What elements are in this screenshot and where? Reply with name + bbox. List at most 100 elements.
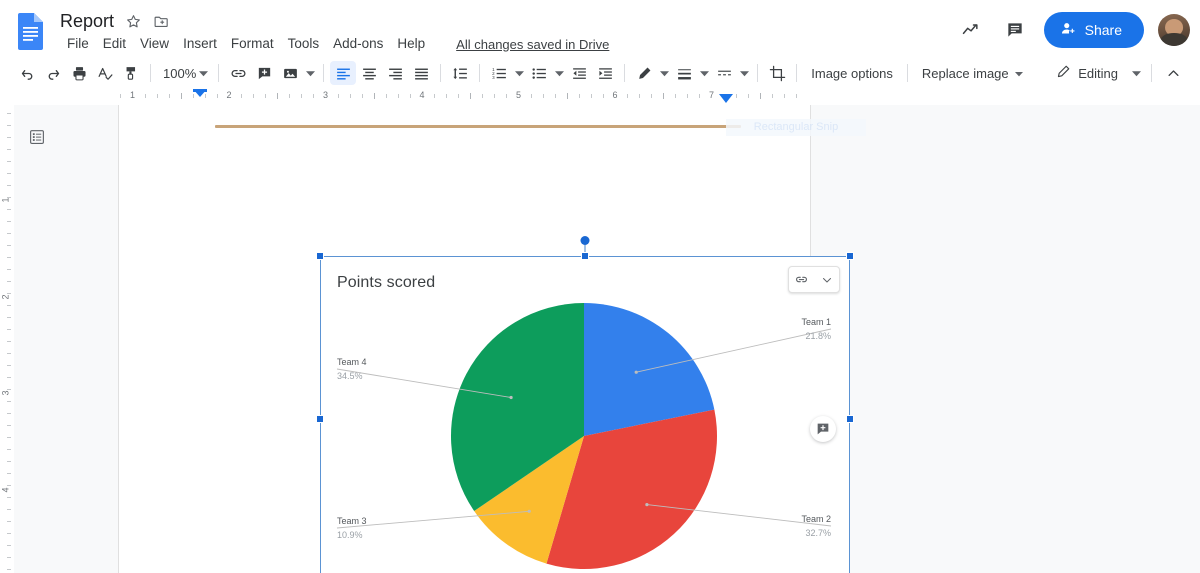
chevron-down-icon[interactable] — [303, 61, 317, 85]
menu-file[interactable]: File — [60, 35, 96, 53]
chevron-down-icon[interactable] — [657, 61, 671, 85]
toolbar-divider — [150, 64, 151, 82]
title-row: Report — [60, 8, 170, 34]
chevron-down-icon[interactable] — [552, 61, 566, 85]
horizontal-rule — [215, 125, 741, 128]
link-icon[interactable] — [794, 272, 810, 288]
page-title[interactable]: Report — [60, 10, 114, 32]
align-center-icon[interactable] — [356, 61, 382, 85]
replace-image-label: Replace image — [921, 65, 1009, 81]
add-comment-bubble-icon[interactable] — [810, 416, 836, 442]
menu-help[interactable]: Help — [390, 35, 432, 53]
insert-link-icon[interactable] — [225, 61, 251, 85]
star-outline-icon[interactable] — [124, 12, 142, 30]
chevron-down-icon[interactable] — [819, 272, 835, 288]
editing-mode-label: Editing — [1078, 65, 1118, 81]
crop-image-icon[interactable] — [764, 61, 790, 85]
resize-handle-middle-left[interactable] — [316, 415, 324, 423]
spell-check-icon[interactable] — [92, 61, 118, 85]
selected-image-frame[interactable]: Points scored Team 1 21.8% Team 2 32.7% Team… — [316, 236, 854, 573]
toolbar-divider — [218, 64, 220, 82]
pie-label-value-2: 32.7% — [805, 528, 831, 538]
resize-handle-top-right[interactable] — [846, 252, 854, 260]
toolbar-divider — [1151, 64, 1152, 82]
document-outline-icon[interactable] — [23, 123, 51, 151]
app-header: Report File Edit View Insert Format Tool… — [0, 0, 1200, 58]
pie-label-name-3: Team 3 — [337, 516, 367, 526]
border-color-pen-icon[interactable] — [631, 61, 657, 85]
comment-history-icon[interactable] — [1000, 15, 1030, 45]
share-button[interactable]: Share — [1043, 12, 1144, 48]
toolbar-divider — [479, 64, 481, 82]
chevron-down-icon[interactable] — [697, 61, 711, 85]
document-canvas: Rectangular Snip Points scored Team 1 21.… — [14, 105, 1200, 573]
rotation-handle[interactable] — [580, 236, 590, 245]
menu-format[interactable]: Format — [224, 35, 281, 53]
menu-add-ons[interactable]: Add-ons — [326, 35, 390, 53]
horizontal-ruler[interactable]: 1234567 — [0, 88, 1200, 106]
add-comment-icon[interactable] — [251, 61, 277, 85]
undo-icon[interactable] — [14, 61, 40, 85]
image-link-chip[interactable] — [788, 266, 840, 293]
redo-icon[interactable] — [40, 61, 66, 85]
right-indent-marker[interactable] — [719, 94, 733, 103]
decrease-indent-icon[interactable] — [566, 61, 592, 85]
save-status-link[interactable]: All changes saved in Drive — [456, 37, 609, 52]
align-justify-icon[interactable] — [408, 61, 434, 85]
replace-image-button[interactable]: Replace image — [914, 63, 1031, 84]
svg-text:3: 3 — [492, 75, 495, 80]
chevron-down-icon[interactable] — [737, 61, 751, 85]
resize-handle-top-left[interactable] — [316, 252, 324, 260]
pie-chart[interactable]: Team 1 21.8% Team 2 32.7% Team 3 10.9% Team 4 3… — [320, 256, 850, 573]
move-to-folder-icon[interactable] — [152, 12, 170, 30]
pie-label-name-1: Team 1 — [801, 317, 831, 327]
toolbar-right-group: Editing — [1047, 60, 1186, 86]
chevron-down-icon — [1015, 66, 1024, 81]
chevron-down-icon — [196, 61, 210, 85]
zoom-selector[interactable]: 100% — [157, 61, 212, 85]
activity-dashboard-icon[interactable] — [956, 15, 986, 45]
resize-handle-middle-right[interactable] — [846, 415, 854, 423]
editing-mode-button[interactable]: Editing — [1047, 60, 1127, 86]
menu-view[interactable]: View — [133, 35, 176, 53]
menu-tools[interactable]: Tools — [281, 35, 327, 53]
pie-slices — [450, 303, 718, 569]
pie-label-name-4: Team 4 — [337, 357, 367, 367]
toolbar-divider — [440, 64, 442, 82]
chevron-down-icon[interactable] — [1129, 61, 1143, 85]
line-spacing-icon[interactable] — [447, 61, 473, 85]
align-right-icon[interactable] — [382, 61, 408, 85]
bulleted-list-icon[interactable] — [526, 61, 552, 85]
chevron-up-icon[interactable] — [1160, 61, 1186, 85]
toolbar-divider — [757, 64, 759, 82]
toolbar-divider — [624, 64, 626, 82]
chevron-down-icon[interactable] — [512, 61, 526, 85]
vertical-ruler[interactable]: 1234 — [0, 105, 14, 573]
align-left-icon[interactable] — [330, 61, 357, 85]
formatting-toolbar: 100% 1 2 3 Image options Replace image E… — [0, 58, 1200, 88]
toolbar-divider — [906, 64, 908, 82]
pie-label-value-3: 10.9% — [337, 530, 363, 540]
left-indent-marker[interactable] — [193, 89, 207, 97]
increase-indent-icon[interactable] — [592, 61, 618, 85]
avatar[interactable] — [1158, 14, 1190, 46]
google-docs-window: Report File Edit View Insert Format Tool… — [0, 0, 1200, 573]
resize-handle-top-center[interactable] — [581, 252, 589, 260]
paint-format-icon[interactable] — [118, 61, 144, 85]
menu-edit[interactable]: Edit — [96, 35, 133, 53]
print-icon[interactable] — [66, 61, 92, 85]
image-options-button[interactable]: Image options — [803, 63, 901, 84]
numbered-list-icon[interactable]: 1 2 3 — [486, 61, 512, 85]
document-page[interactable]: Rectangular Snip Points scored Team 1 21.… — [119, 105, 866, 573]
person-add-icon — [1060, 20, 1077, 40]
border-weight-icon[interactable] — [671, 61, 697, 85]
insert-image-icon[interactable] — [277, 61, 303, 85]
pie-label-value-1: 21.8% — [805, 331, 831, 341]
menu-insert[interactable]: Insert — [176, 35, 224, 53]
ruler-strip: 1234567 — [118, 88, 873, 105]
pie-label-value-4: 34.5% — [337, 371, 363, 381]
border-dash-icon[interactable] — [711, 61, 737, 85]
menu-bar: File Edit View Insert Format Tools Add-o… — [60, 34, 609, 54]
zoom-value: 100% — [163, 65, 197, 81]
toolbar-divider — [323, 64, 325, 82]
